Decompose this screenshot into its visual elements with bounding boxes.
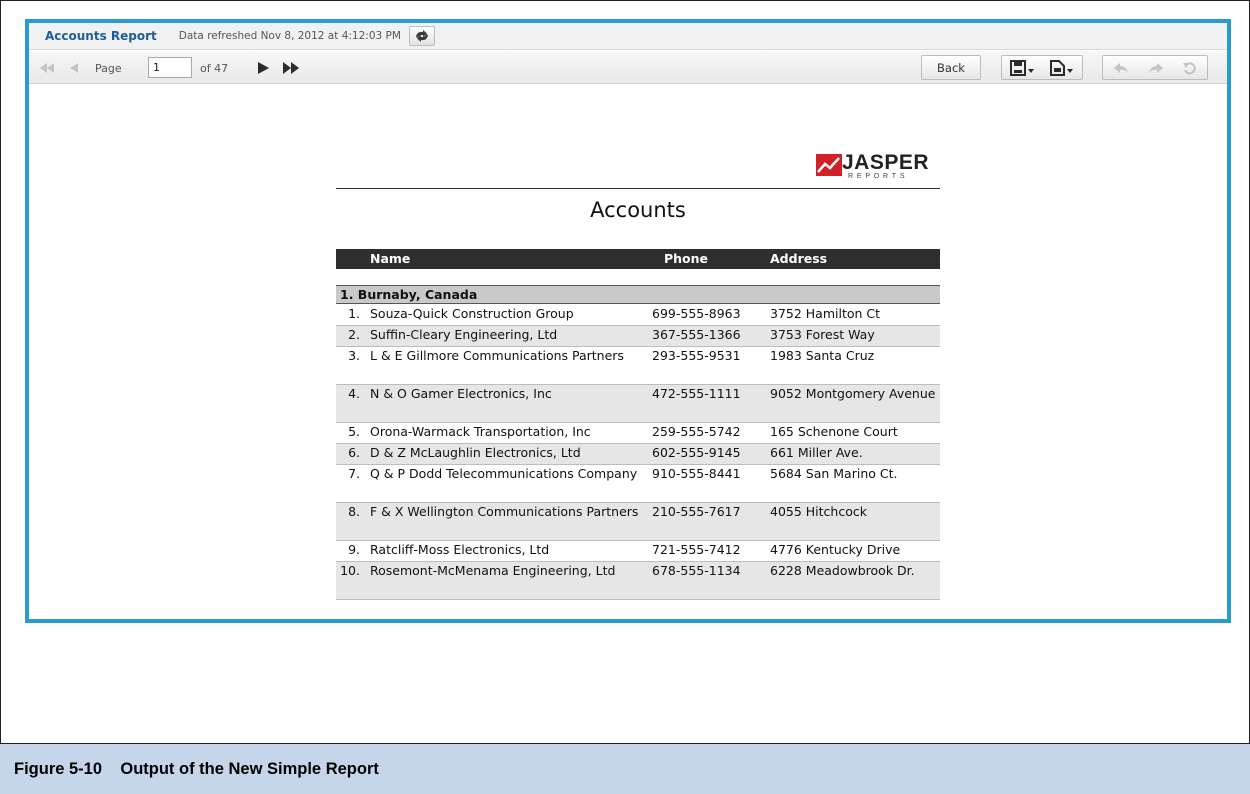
first-page-button[interactable] <box>37 59 57 77</box>
last-page-button[interactable] <box>281 59 301 77</box>
account-phone: 259-555-5742 <box>652 424 741 439</box>
account-address: 1983 Santa Cruz <box>770 348 875 363</box>
group-header: 1. Burnaby, Canada <box>336 285 940 304</box>
row-number: 6. <box>348 445 360 460</box>
header-divider <box>336 188 940 189</box>
account-name: F & X Wellington Communications Partners <box>370 504 639 519</box>
page-count-label: of 47 <box>200 61 229 75</box>
table-row: 6. D & Z McLaughlin Electronics, Ltd 602… <box>336 444 940 465</box>
figure-caption: Figure 5-10 Output of the New Simple Rep… <box>14 759 379 778</box>
account-name: L & E Gillmore Communications Partners <box>370 348 624 363</box>
account-address: 165 Schenone Court <box>770 424 898 439</box>
account-name: Ratcliff-Moss Electronics, Ltd <box>370 542 550 557</box>
accounts-table: 1. Souza-Quick Construction Group 699-55… <box>336 305 940 600</box>
table-row: 1. Souza-Quick Construction Group 699-55… <box>336 305 940 326</box>
logo-main-text: JASPER <box>842 151 930 174</box>
account-name: Souza-Quick Construction Group <box>370 306 574 321</box>
redo-button[interactable] <box>1138 56 1173 79</box>
account-phone: 699-555-8963 <box>652 306 741 321</box>
column-header-phone: Phone <box>664 251 709 266</box>
account-phone: 678-555-1134 <box>652 563 741 578</box>
account-phone: 367-555-1366 <box>652 327 741 342</box>
jasper-reports-logo: JASPER REPORTS <box>816 151 940 183</box>
refresh-button[interactable] <box>408 26 435 46</box>
account-address: 661 Miller Ave. <box>770 445 863 460</box>
save-button[interactable] <box>1002 56 1043 79</box>
undo-all-button[interactable] <box>1173 56 1207 79</box>
row-number: 4. <box>348 386 360 401</box>
page-label: Page <box>95 61 122 75</box>
next-page-button[interactable] <box>255 59 271 77</box>
undo-button[interactable] <box>1103 56 1138 79</box>
save-icon <box>1010 59 1035 76</box>
account-phone: 210-555-7617 <box>652 504 741 519</box>
data-refreshed-text: Data refreshed Nov 8, 2012 at 4:12:03 PM <box>178 30 401 42</box>
table-row: 4. N & O Gamer Electronics, Inc 472-555-… <box>336 385 940 423</box>
export-button[interactable] <box>1043 56 1082 79</box>
table-row: 3. L & E Gillmore Communications Partner… <box>336 347 940 385</box>
figure-caption-bar: Figure 5-10 Output of the New Simple Rep… <box>0 743 1250 794</box>
account-phone: 721-555-7412 <box>652 542 741 557</box>
row-number: 3. <box>348 348 360 363</box>
column-header-row: Name Phone Address <box>336 249 940 269</box>
account-name: Suffin-Cleary Engineering, Ltd <box>370 327 558 342</box>
back-button[interactable]: Back <box>921 55 981 80</box>
account-address: 5684 San Marino Ct. <box>770 466 898 481</box>
page-number-input[interactable] <box>148 57 192 78</box>
last-page-icon <box>283 62 299 74</box>
account-phone: 602-555-9145 <box>652 445 741 460</box>
row-number: 9. <box>348 542 360 557</box>
account-name: D & Z McLaughlin Electronics, Ltd <box>370 445 581 460</box>
first-page-icon <box>40 63 54 73</box>
account-address: 4055 Hitchcock <box>770 504 867 519</box>
account-address: 9052 Montgomery Avenue <box>770 386 936 401</box>
previous-page-button[interactable] <box>65 59 83 77</box>
account-phone: 472-555-1111 <box>652 386 741 401</box>
table-row: 8. F & X Wellington Communications Partn… <box>336 503 940 541</box>
table-row: 2. Suffin-Cleary Engineering, Ltd 367-55… <box>336 326 940 347</box>
row-number: 1. <box>348 306 360 321</box>
report-heading: Accounts <box>590 198 686 222</box>
undo-icon <box>1113 62 1128 73</box>
account-address: 3753 Forest Way <box>770 327 875 342</box>
jasper-logo-icon <box>816 154 842 176</box>
row-number: 7. <box>348 466 360 481</box>
table-row: 5. Orona-Warmack Transportation, Inc 259… <box>336 423 940 444</box>
account-address: 6228 Meadowbrook Dr. <box>770 563 915 578</box>
export-icon <box>1050 59 1074 76</box>
export-button-group <box>1001 55 1083 80</box>
table-row: 7. Q & P Dodd Telecommunications Company… <box>336 465 940 503</box>
table-row: 9. Ratcliff-Moss Electronics, Ltd 721-55… <box>336 541 940 562</box>
row-number: 2. <box>348 327 360 342</box>
row-number: 8. <box>348 504 360 519</box>
account-name: N & O Gamer Electronics, Inc <box>370 386 552 401</box>
account-phone: 910-555-8441 <box>652 466 741 481</box>
column-header-address: Address <box>770 251 828 266</box>
refresh-icon <box>415 30 428 42</box>
account-address: 3752 Hamilton Ct <box>770 306 881 321</box>
table-row: 10. Rosemont-McMenama Engineering, Ltd 6… <box>336 562 940 600</box>
report-header: Accounts Report Data refreshed Nov 8, 20… <box>29 23 1227 50</box>
history-button-group <box>1102 55 1208 80</box>
logo-sub-text: REPORTS <box>848 173 909 180</box>
account-address: 4776 Kentucky Drive <box>770 542 901 557</box>
report-title: Accounts Report <box>45 29 157 43</box>
next-page-icon <box>258 62 269 74</box>
account-phone: 293-555-9531 <box>652 348 741 363</box>
row-number: 10. <box>340 563 360 578</box>
undo-all-icon <box>1183 61 1196 74</box>
account-name: Rosemont-McMenama Engineering, Ltd <box>370 563 616 578</box>
previous-page-icon <box>70 63 78 73</box>
report-toolbar: Page of 47 Back <box>29 51 1227 84</box>
redo-icon <box>1148 62 1163 73</box>
row-number: 5. <box>348 424 360 439</box>
account-name: Q & P Dodd Telecommunications Company <box>370 466 638 481</box>
account-name: Orona-Warmack Transportation, Inc <box>370 424 591 439</box>
column-header-name: Name <box>370 251 411 266</box>
screenshot-frame: Accounts Report Data refreshed Nov 8, 20… <box>25 19 1231 623</box>
